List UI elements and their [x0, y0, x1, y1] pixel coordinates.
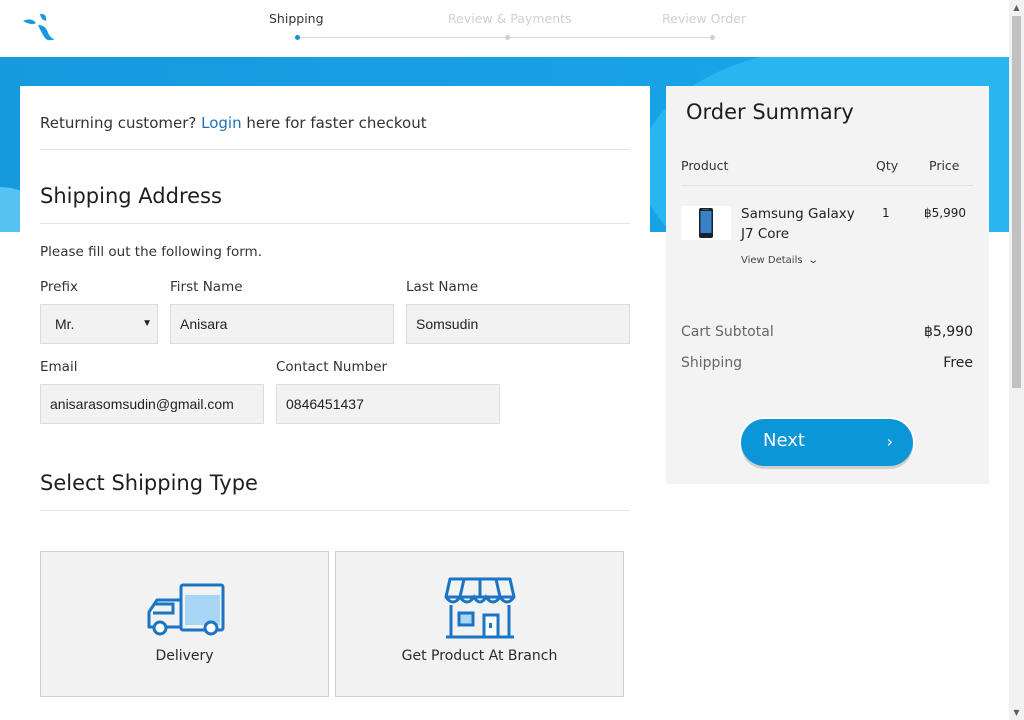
shipping-option-delivery[interactable]: Delivery — [40, 551, 329, 697]
delivery-label: Delivery — [155, 648, 214, 664]
shipping-type-title: Select Shipping Type — [40, 471, 258, 495]
column-price: Price — [929, 158, 960, 173]
branch-label: Get Product At Branch — [401, 648, 558, 664]
cart-subtotal-label: Cart Subtotal — [681, 324, 774, 340]
returning-customer-text: Returning customer? Login here for faste… — [40, 114, 427, 132]
product-name[interactable]: Samsung Galaxy J7 Core — [741, 204, 861, 244]
order-summary-panel: Order Summary Product Qty Price Samsung … — [666, 86, 989, 484]
divider — [681, 185, 973, 186]
scroll-up-arrow-icon[interactable]: ▲ — [1009, 0, 1024, 15]
divider — [40, 149, 630, 150]
prefix-label: Prefix — [40, 279, 78, 295]
step-review-payments-label[interactable]: Review & Payments — [448, 11, 572, 26]
column-product: Product — [681, 158, 729, 173]
delivery-truck-icon — [147, 583, 225, 636]
checkout-form-card: Returning customer? Login here for faste… — [20, 86, 650, 720]
step-shipping-label[interactable]: Shipping — [269, 11, 324, 26]
next-button[interactable]: Next › — [741, 419, 913, 466]
product-qty: 1 — [882, 206, 890, 220]
email-label: Email — [40, 359, 78, 375]
shipping-value: Free — [943, 355, 973, 371]
column-qty: Qty — [876, 158, 899, 173]
first-name-input[interactable]: Anisara — [170, 304, 394, 344]
dropdown-arrow-icon: ▼ — [142, 318, 152, 329]
step-review-order-label[interactable]: Review Order — [662, 11, 746, 26]
product-thumbnail — [681, 206, 731, 240]
returning-prefix: Returning customer? — [40, 114, 197, 132]
telenor-logo-icon[interactable] — [21, 11, 55, 43]
form-hint: Please fill out the following form. — [40, 244, 262, 260]
login-link[interactable]: Login — [201, 114, 241, 132]
checkout-steps: Shipping Review & Payments Review Order — [240, 0, 760, 57]
shipping-address-title: Shipping Address — [40, 184, 222, 208]
divider — [40, 223, 630, 224]
contact-number-input[interactable]: 0846451437 — [276, 384, 500, 424]
last-name-label: Last Name — [406, 279, 479, 295]
shipping-option-branch[interactable]: Get Product At Branch — [335, 551, 624, 697]
next-button-label: Next — [763, 430, 805, 451]
email-input[interactable]: anisarasomsudin@gmail.com — [40, 384, 264, 424]
shipping-label: Shipping — [681, 355, 743, 371]
returning-suffix: here for faster checkout — [246, 114, 427, 132]
chevron-right-icon: › — [886, 432, 893, 451]
product-price: ฿5,990 — [924, 206, 966, 220]
first-name-label: First Name — [170, 279, 243, 295]
divider — [40, 510, 630, 511]
step-review-payments-dot — [505, 35, 510, 40]
cart-subtotal-value: ฿5,990 — [924, 324, 973, 340]
view-details-toggle[interactable]: View Details ⌄ — [741, 255, 819, 266]
last-name-input[interactable]: Somsudin — [406, 304, 630, 344]
step-shipping-dot — [295, 35, 300, 40]
order-summary-title: Order Summary — [686, 100, 854, 124]
scroll-down-arrow-icon[interactable]: ▼ — [1009, 705, 1024, 720]
scrollbar-thumb[interactable] — [1012, 16, 1021, 388]
prefix-select[interactable]: Mr. ▼ — [40, 304, 158, 344]
site-header: Shipping Review & Payments Review Order — [0, 0, 1009, 57]
phone-image-icon — [699, 208, 713, 238]
page-scrollbar[interactable]: ▲ ▼ — [1009, 0, 1024, 720]
step-review-order-dot — [710, 35, 715, 40]
chevron-down-icon: ⌄ — [806, 255, 819, 266]
view-details-label: View Details — [741, 255, 803, 266]
store-icon — [444, 577, 516, 639]
contact-number-label: Contact Number — [276, 359, 388, 375]
prefix-value: Mr. — [55, 316, 75, 332]
